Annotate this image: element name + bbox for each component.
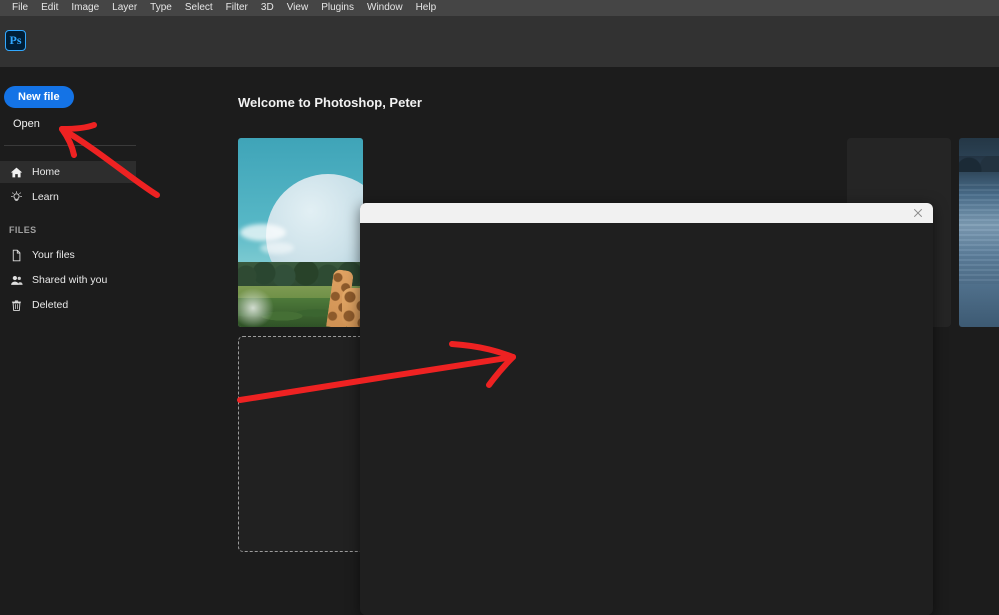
lightbulb-icon: [9, 190, 23, 204]
cloud-shape: [260, 242, 294, 254]
people-icon: [9, 273, 23, 287]
menu-item-help[interactable]: Help: [416, 0, 437, 16]
sidebar-item-home[interactable]: Home: [0, 161, 136, 183]
photoshop-logo-icon: Ps: [5, 30, 26, 51]
cloud-shape: [240, 224, 286, 241]
sidebar-item-deleted-label: Deleted: [32, 299, 69, 311]
new-file-button[interactable]: New file: [4, 86, 74, 108]
modal-dialog: [360, 203, 933, 615]
sidebar-item-deleted[interactable]: Deleted: [0, 294, 136, 316]
dialog-body: [360, 223, 933, 615]
sidebar-item-learn-label: Learn: [32, 191, 59, 203]
menu-item-plugins[interactable]: Plugins: [321, 0, 354, 16]
sidebar-item-shared-with-you-label: Shared with you: [32, 274, 108, 286]
mountain-ridge-shape: [959, 156, 999, 172]
menu-item-type[interactable]: Type: [150, 0, 172, 16]
lake-image: [959, 138, 999, 327]
menu-item-edit[interactable]: Edit: [41, 0, 58, 16]
sidebar-item-home-label: Home: [32, 166, 61, 178]
sidebar-item-your-files-label: Your files: [32, 249, 75, 261]
close-icon[interactable]: [907, 203, 929, 223]
document-icon: [9, 248, 23, 262]
sidebar-divider: [4, 145, 136, 146]
sidebar: New file Open Home Learn FILES Your file…: [0, 67, 140, 607]
menu-item-select[interactable]: Select: [185, 0, 213, 16]
giraffe-moon-artwork-thumbnail[interactable]: [238, 138, 363, 327]
water-shape: [959, 184, 999, 284]
menu-item-layer[interactable]: Layer: [112, 0, 137, 16]
menu-item-file[interactable]: File: [12, 0, 28, 16]
menu-item-window[interactable]: Window: [367, 0, 403, 16]
lake-photo-thumbnail[interactable]: [959, 138, 999, 327]
app-header: Ps: [0, 16, 999, 67]
trash-icon: [9, 298, 23, 312]
page-title: Welcome to Photoshop, Peter: [238, 95, 422, 110]
menu-item-image[interactable]: Image: [71, 0, 99, 16]
open-link[interactable]: Open: [13, 118, 40, 130]
menu-item-filter[interactable]: Filter: [226, 0, 248, 16]
menu-item-3d[interactable]: 3D: [261, 0, 274, 16]
files-section-title: FILES: [9, 225, 37, 235]
mist-shape: [238, 288, 274, 327]
sidebar-item-shared-with-you[interactable]: Shared with you: [0, 269, 136, 291]
artwork-image: [238, 138, 363, 327]
menu-item-view[interactable]: View: [287, 0, 309, 16]
sidebar-item-learn[interactable]: Learn: [0, 186, 136, 208]
workspace: New file Open Home Learn FILES Your file…: [0, 67, 999, 615]
dialog-titlebar: [360, 203, 933, 223]
sidebar-item-your-files[interactable]: Your files: [0, 244, 136, 266]
menu-bar: File Edit Image Layer Type Select Filter…: [0, 0, 999, 16]
home-icon: [9, 165, 23, 179]
